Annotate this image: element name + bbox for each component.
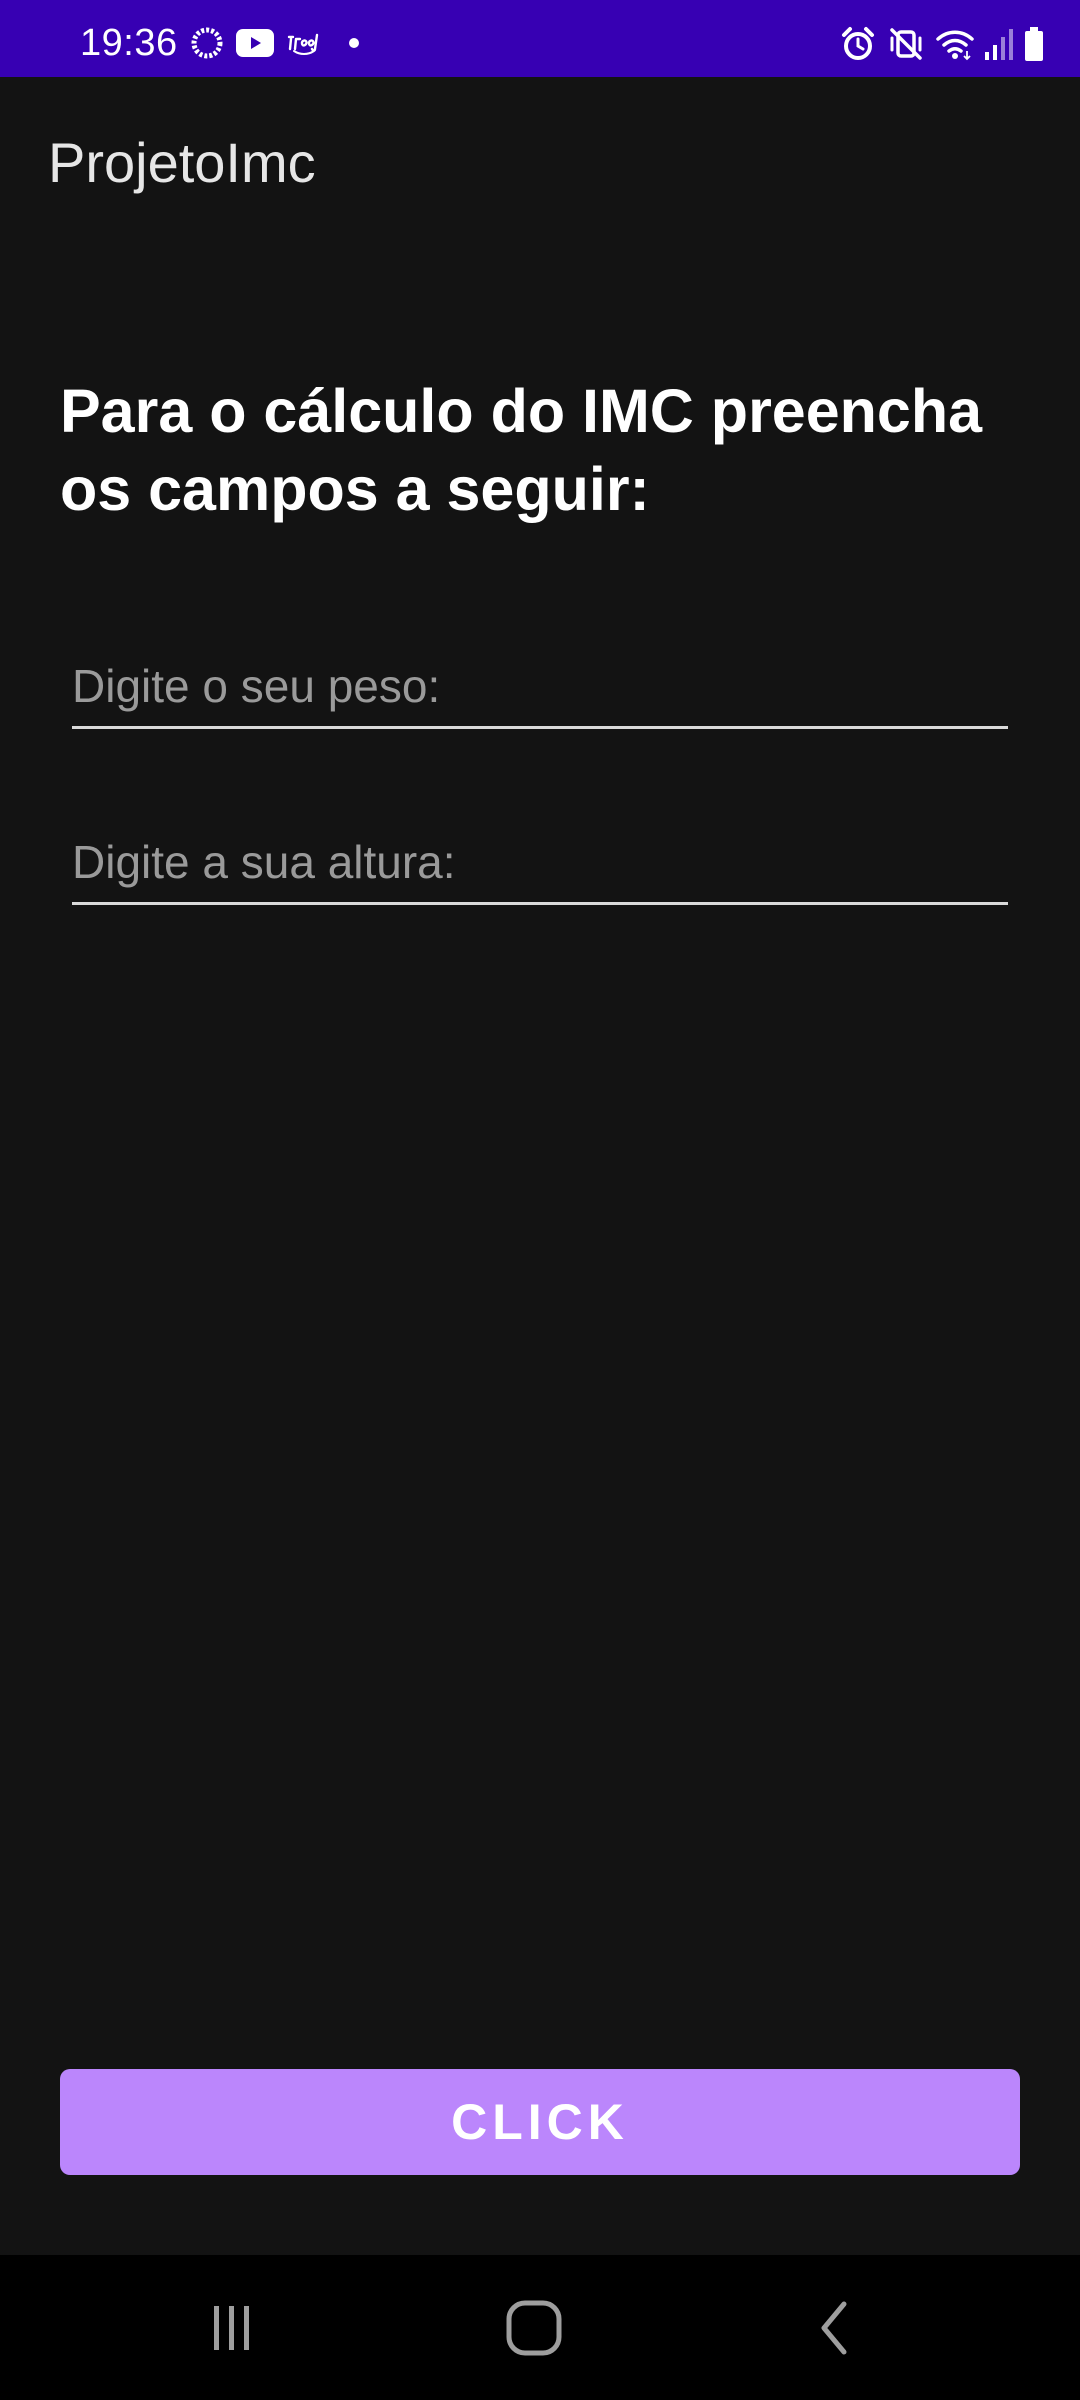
recent-apps-icon	[202, 2298, 262, 2363]
alarm-icon	[840, 26, 876, 62]
status-right-icons	[840, 26, 1044, 62]
back-button[interactable]	[776, 2285, 896, 2375]
click-button[interactable]: CLICK	[60, 2069, 1020, 2175]
weight-input[interactable]	[72, 646, 1008, 726]
battery-icon	[1024, 27, 1044, 61]
instructions-heading: Para o cálculo do IMC preencha os campos…	[60, 377, 983, 523]
ifood-icon	[286, 31, 320, 55]
app-title: ProjetoImc	[48, 131, 316, 194]
navigation-bar	[0, 2255, 1080, 2400]
home-icon	[504, 2298, 564, 2363]
back-icon	[806, 2298, 866, 2363]
status-bar: 19:36	[0, 0, 1080, 77]
loading-circle-icon	[190, 26, 224, 60]
height-field[interactable]	[72, 822, 1008, 905]
signal-icon	[984, 28, 1014, 60]
youtube-icon	[236, 29, 274, 57]
weight-field[interactable]	[72, 646, 1008, 729]
home-button[interactable]	[474, 2285, 594, 2375]
status-time: 19:36	[80, 22, 178, 64]
vibrate-mute-icon	[888, 26, 924, 62]
dot-icon	[348, 37, 360, 49]
status-left-icons	[190, 26, 360, 60]
wifi-icon	[936, 27, 974, 61]
height-input[interactable]	[72, 822, 1008, 902]
recent-apps-button[interactable]	[172, 2285, 292, 2375]
